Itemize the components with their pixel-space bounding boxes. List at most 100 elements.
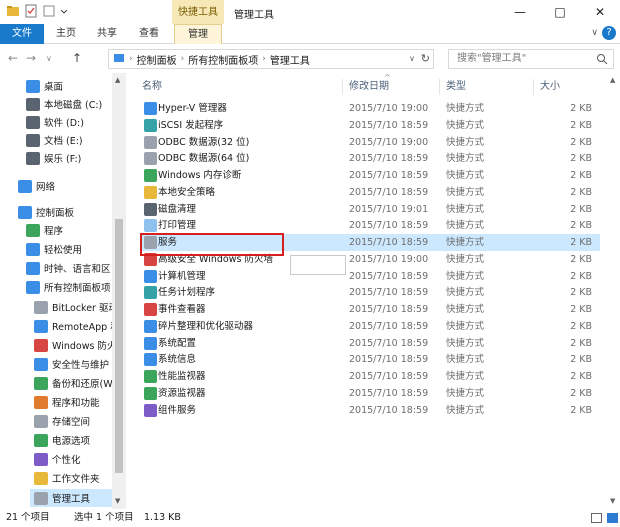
table-row[interactable]: ODBC 数据源(64 位) 2015/7/10 18:59 快捷方式 2 KB bbox=[140, 150, 600, 167]
sidebar-item-programs-features[interactable]: 程序和功能 bbox=[34, 393, 100, 411]
refresh-icon[interactable]: ↻ bbox=[421, 52, 430, 65]
back-button[interactable]: ← bbox=[8, 51, 18, 65]
file-size: 2 KB bbox=[570, 404, 592, 416]
table-row[interactable]: 资源监视器 2015/7/10 18:59 快捷方式 2 KB bbox=[140, 385, 600, 402]
sidebar-item-admin-tools[interactable]: 管理工具 bbox=[30, 489, 112, 507]
sidebar-item-drive-d[interactable]: 软件 (D:) bbox=[26, 113, 84, 131]
column-header-size[interactable]: 大小 bbox=[540, 77, 560, 97]
drive-icon bbox=[26, 133, 40, 147]
table-row[interactable]: iSCSI 发起程序 2015/7/10 18:59 快捷方式 2 KB bbox=[140, 117, 600, 134]
tab-manage[interactable]: 管理 bbox=[174, 24, 222, 44]
scroll-down-icon[interactable]: ▼ bbox=[610, 497, 615, 505]
shortcut-icon bbox=[144, 370, 157, 383]
scroll-down-icon[interactable]: ▼ bbox=[115, 497, 120, 505]
up-button[interactable]: ↑ bbox=[72, 51, 82, 65]
sidebar-item-programs[interactable]: 程序 bbox=[26, 221, 63, 239]
table-row[interactable]: 性能监视器 2015/7/10 18:59 快捷方式 2 KB bbox=[140, 368, 600, 385]
ribbon-expand-icon[interactable]: ∨ bbox=[591, 28, 598, 38]
file-list-scrollbar[interactable]: ▲ ▼ bbox=[608, 73, 620, 509]
details-view-icon[interactable] bbox=[591, 513, 602, 523]
column-header-name[interactable]: 名称 bbox=[142, 77, 162, 97]
sidebar-item-all-items[interactable]: 所有控制面板项 bbox=[26, 278, 111, 296]
forward-button[interactable]: → bbox=[26, 51, 36, 65]
sidebar-item-bitlocker[interactable]: BitLocker 驱动 bbox=[34, 298, 118, 316]
breadcrumb-admin-tools[interactable]: 管理工具 bbox=[270, 52, 310, 67]
table-row[interactable]: 磁盘清理 2015/7/10 19:01 快捷方式 2 KB bbox=[140, 201, 600, 218]
breadcrumb-all-items[interactable]: 所有控制面板项 bbox=[188, 52, 258, 67]
tab-home[interactable]: 主页 bbox=[48, 24, 84, 44]
file-size: 2 KB bbox=[570, 320, 592, 332]
sidebar-item-backup[interactable]: 备份和还原(Wi bbox=[34, 374, 115, 392]
annotation-highlight-box bbox=[140, 233, 284, 256]
sidebar-item-storage[interactable]: 存储空间 bbox=[34, 412, 90, 430]
table-row[interactable]: ODBC 数据源(32 位) 2015/7/10 19:00 快捷方式 2 KB bbox=[140, 134, 600, 151]
properties-icon[interactable] bbox=[24, 4, 38, 18]
minimize-button[interactable]: — bbox=[500, 0, 540, 24]
sidebar-item-control-panel[interactable]: 控制面板 bbox=[18, 203, 74, 221]
sidebar-scrollbar[interactable]: ▲ ▼ bbox=[112, 73, 126, 509]
table-row[interactable]: 任务计划程序 2015/7/10 18:59 快捷方式 2 KB bbox=[140, 284, 600, 301]
sidebar-item-work-folders[interactable]: 工作文件夹 bbox=[34, 469, 100, 487]
sidebar-item-firewall[interactable]: Windows 防火 bbox=[34, 336, 116, 354]
file-date: 2015/7/10 19:00 bbox=[349, 103, 429, 114]
file-type: 快捷方式 bbox=[446, 404, 485, 416]
file-date: 2015/7/10 18:59 bbox=[349, 153, 429, 165]
file-date: 2015/7/10 18:59 bbox=[349, 270, 429, 282]
status-selected: 选中 1 个项目 bbox=[74, 512, 134, 523]
sidebar-item-security-maintenance[interactable]: 安全性与维护 bbox=[34, 355, 109, 373]
table-row[interactable]: 系统配置 2015/7/10 18:59 快捷方式 2 KB bbox=[140, 335, 600, 352]
new-folder-icon[interactable] bbox=[42, 4, 56, 18]
sidebar-item-network[interactable]: 网络 bbox=[18, 177, 55, 195]
table-row[interactable]: 事件查看器 2015/7/10 18:59 快捷方式 2 KB bbox=[140, 301, 600, 318]
table-row[interactable]: 计算机管理 2015/7/10 18:59 快捷方式 2 KB bbox=[140, 268, 600, 285]
column-divider bbox=[439, 79, 440, 95]
file-type: 快捷方式 bbox=[446, 354, 485, 366]
tab-view[interactable]: 查看 bbox=[130, 24, 168, 44]
table-row[interactable]: 系统信息 2015/7/10 18:59 快捷方式 2 KB bbox=[140, 351, 600, 368]
table-row[interactable]: Windows 内存诊断 2015/7/10 18:59 快捷方式 2 KB bbox=[140, 167, 600, 184]
table-row[interactable]: Hyper-V 管理器 2015/7/10 19:00 快捷方式 2 KB bbox=[140, 100, 600, 117]
large-icons-view-icon[interactable] bbox=[607, 513, 618, 523]
column-header-type[interactable]: 类型 bbox=[446, 77, 466, 97]
sidebar-item-desktop[interactable]: 桌面 bbox=[26, 77, 63, 95]
sidebar-item-drive-f[interactable]: 娱乐 (F:) bbox=[26, 149, 81, 167]
folder-app-icon[interactable] bbox=[6, 4, 20, 18]
help-icon[interactable]: ? bbox=[602, 26, 616, 40]
sidebar-item-personalize[interactable]: 个性化 bbox=[34, 450, 81, 468]
file-type: 快捷方式 bbox=[446, 203, 485, 215]
column-header-date[interactable]: 修改日期 bbox=[349, 77, 389, 97]
table-row[interactable]: 打印管理 2015/7/10 18:59 快捷方式 2 KB bbox=[140, 217, 600, 234]
file-name: 计算机管理 bbox=[158, 270, 206, 282]
address-bar[interactable]: › 控制面板 › 所有控制面板项 › 管理工具 ∨ ↻ bbox=[108, 49, 434, 69]
qat-dropdown-icon[interactable] bbox=[60, 4, 68, 18]
clock-icon bbox=[26, 261, 40, 275]
sidebar-item-drive-c[interactable]: 本地磁盘 (C:) bbox=[26, 95, 102, 113]
quick-access-toolbar bbox=[6, 4, 68, 18]
table-row[interactable]: 本地安全策略 2015/7/10 18:59 快捷方式 2 KB bbox=[140, 184, 600, 201]
address-row: ← → ∨ ↑ › 控制面板 › 所有控制面板项 › 管理工具 ∨ ↻ 搜索"管… bbox=[0, 45, 620, 73]
scroll-up-icon[interactable]: ▲ bbox=[610, 76, 615, 84]
shortcut-icon bbox=[144, 118, 157, 132]
file-type: 快捷方式 bbox=[446, 220, 485, 232]
search-input[interactable]: 搜索"管理工具" bbox=[448, 49, 614, 69]
sidebar-item-drive-e[interactable]: 文档 (E:) bbox=[26, 131, 83, 149]
recent-locations-button[interactable]: ∨ bbox=[46, 54, 52, 63]
table-row[interactable]: 碎片整理和优化驱动器 2015/7/10 18:59 快捷方式 2 KB bbox=[140, 318, 600, 335]
sidebar-item-ease-of-access[interactable]: 轻松使用 bbox=[26, 240, 82, 258]
breadcrumb-control-panel[interactable]: 控制面板 bbox=[137, 52, 177, 67]
close-button[interactable]: ✕ bbox=[580, 0, 620, 24]
control-panel-icon bbox=[26, 280, 40, 294]
maximize-button[interactable]: □ bbox=[540, 0, 580, 24]
sidebar-scroll-thumb[interactable] bbox=[115, 219, 123, 473]
tab-file[interactable]: 文件 bbox=[0, 24, 44, 44]
desktop-icon bbox=[26, 79, 40, 93]
address-dropdown-icon[interactable]: ∨ bbox=[409, 54, 415, 63]
table-row[interactable]: 组件服务 2015/7/10 18:59 快捷方式 2 KB bbox=[140, 402, 600, 419]
file-type: 快捷方式 bbox=[446, 304, 485, 315]
sidebar-item-clock-language[interactable]: 时钟、语言和区 bbox=[26, 259, 111, 277]
scroll-up-icon[interactable]: ▲ bbox=[115, 76, 120, 84]
sidebar-item-power[interactable]: 电源选项 bbox=[34, 431, 90, 449]
sidebar-item-remoteapp[interactable]: RemoteApp 和 bbox=[34, 317, 120, 335]
tab-share[interactable]: 共享 bbox=[88, 24, 126, 44]
navigation-pane: 桌面 本地磁盘 (C:) 软件 (D:) 文档 (E:) 娱乐 (F:) 网络 … bbox=[0, 73, 126, 509]
